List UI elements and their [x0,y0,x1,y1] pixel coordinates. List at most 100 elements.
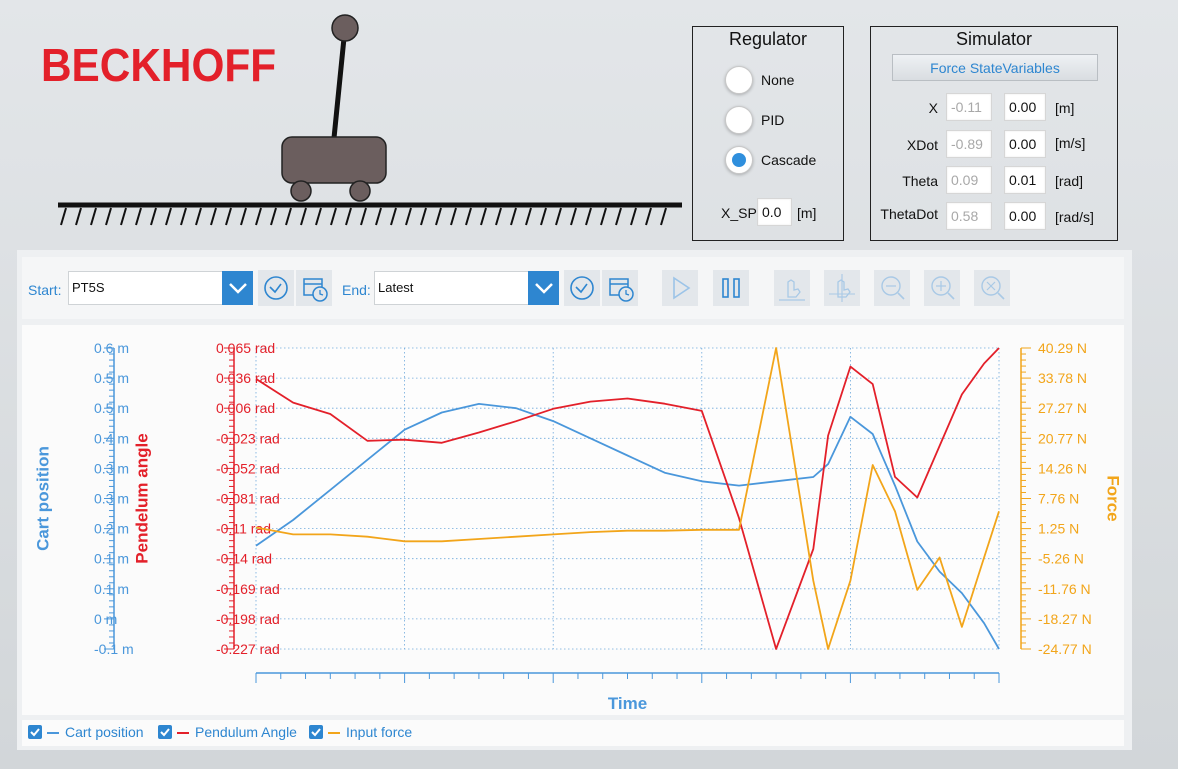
zoom-icon [931,276,955,300]
check-icon [30,728,40,737]
track-hatch-mark [300,207,307,226]
track-hatch-mark [375,207,382,226]
track-hatch-mark [390,207,397,226]
sim-xdot-current: -0.89 [946,130,992,158]
track-hatch-mark [480,207,487,226]
cart-wheel-right [349,180,371,202]
track-hatch-mark [510,207,517,226]
track-hatch-mark [435,207,442,226]
track-hatch-mark [285,207,292,226]
sim-thetadot-current: 0.58 [946,202,992,230]
clock-icon [570,276,594,300]
legend-checkbox-input-force[interactable] [309,725,323,739]
xsp-input[interactable]: 0.0 [757,198,792,226]
legend-checkbox-cart-position[interactable] [28,725,42,739]
x-axis-title: Time [608,694,647,713]
axis-tick-label: 0.3 m [94,460,129,476]
track-hatch-mark [585,207,592,226]
axis-tick-label: -0.052 rad [216,460,280,476]
track-hatch-mark [240,207,247,226]
end-calendar-button[interactable] [602,270,638,306]
track-hatch-mark [570,207,577,226]
axis-tick-label: 27.27 N [1038,400,1087,416]
start-select[interactable]: PT5S [68,271,224,305]
force-statevariables-button[interactable]: Force StateVariables [892,54,1098,81]
track-hatch-mark [90,207,97,226]
axis-tick-label: -0.14 rad [216,551,272,567]
radio-none[interactable] [725,66,753,94]
hand-pan-horizontal-icon [779,279,805,301]
legend-checkbox-pendulum-angle[interactable] [158,725,172,739]
axis-tick-label: 0.036 rad [216,370,275,386]
sim-x-current: -0.11 [946,93,992,121]
track-hatch-mark [105,207,112,226]
track-hatch-mark [60,207,67,226]
track-hatch-mark [600,207,607,226]
cart-wheel-left [290,180,312,202]
sim-label-xdot: XDot [906,137,938,153]
chevron-down-icon [229,283,247,294]
calendar-clock-icon [303,278,328,302]
start-label: Start: [28,282,62,298]
axis-tick-label: -0.227 rad [216,641,280,657]
track-hatch-mark [465,207,472,226]
axis-tick-label: 0.5 m [94,400,129,416]
axis-tick-label: 14.26 N [1038,460,1087,476]
axis-tick-label: -0.081 rad [216,491,280,507]
calendar-clock-icon [609,278,634,302]
radio-cascade-label: Cascade [761,152,817,168]
start-calendar-button[interactable] [296,270,332,306]
axis-tick-label: 0.2 m [94,521,129,537]
sim-x-unit: [m] [1055,100,1075,116]
check-icon [311,728,321,737]
sim-theta-set[interactable]: 0.01 [1004,166,1046,194]
end-dropdown-button[interactable] [528,271,559,305]
play-button[interactable] [662,270,698,306]
pan-horizontal-button[interactable] [774,270,810,306]
axis-tick-label: 7.76 N [1038,491,1079,507]
pause-button[interactable] [713,270,749,306]
sim-label-x: X [928,100,938,116]
sim-xdot-set[interactable]: 0.00 [1004,130,1046,158]
track-hatch-mark [525,207,532,226]
chart-toolbar: Start: PT5S End: Latest [22,257,1124,319]
plot-background [256,348,999,649]
axis-tick-label: -0.023 rad [216,430,280,446]
pendulum-rod [331,27,348,139]
axis-tick-label: 0.3 m [94,491,129,507]
track-hatch-mark [315,207,322,226]
end-select[interactable]: Latest [374,271,530,305]
track-hatch-mark [540,207,547,226]
time-series-chart[interactable]: 0.6 m 0.5 m 0.5 m 0.4 m 0.3 m 0.3 m 0.2 m 0.1 m… [22,325,1124,715]
axis-title-1: Pendelum angle [132,433,151,563]
sim-theta-current: 0.09 [946,166,992,194]
start-time-now-button[interactable] [258,270,294,306]
track-hatch-mark [555,207,562,226]
axis-title-0: Cart position [33,446,52,551]
pan-free-button[interactable] [824,270,860,306]
end-time-now-button[interactable] [564,270,600,306]
radio-pid[interactable] [725,106,753,134]
zoom-button[interactable] [924,270,960,306]
track-hatch-mark [135,207,142,226]
sim-label-theta: Theta [902,173,938,189]
track-hatch-mark [330,207,337,226]
track-hatch-mark [270,207,277,226]
radio-pid-label: PID [761,112,785,128]
legend-label-input-force: Input force [346,724,413,740]
start-dropdown-button[interactable] [222,271,253,305]
hand-pan-icon [829,274,855,302]
sim-thetadot-set[interactable]: 0.00 [1004,202,1046,230]
chart-legend: Cart position Pendulum Angle Input force [22,720,1124,746]
zoom-horizontal-icon [881,276,905,300]
zoom-horizontal-button[interactable] [874,270,910,306]
sim-theta-unit: [rad] [1055,173,1084,189]
track-hatch-mark [405,207,412,226]
track-hatch-mark [225,207,232,226]
check-icon [160,728,170,737]
sim-x-set[interactable]: 0.00 [1004,93,1046,121]
zoom-reset-button[interactable] [974,270,1010,306]
axis-tick-label: -0.169 rad [216,581,280,597]
legend-label-pendulum-angle: Pendulum Angle [195,724,297,740]
radio-cascade[interactable] [725,146,753,174]
